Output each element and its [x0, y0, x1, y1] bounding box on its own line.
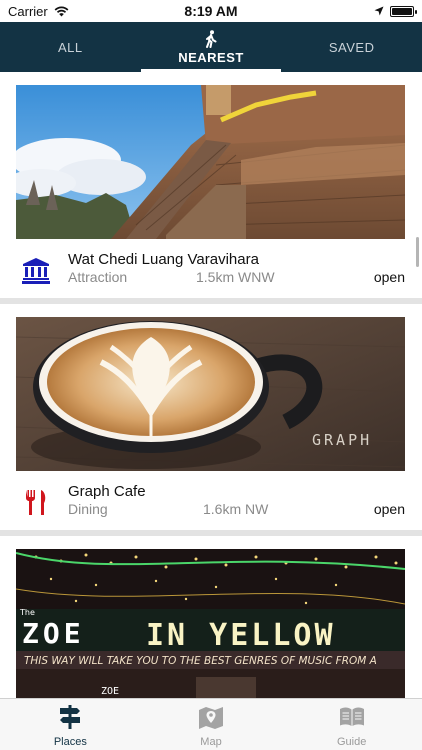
bar-small-sign: ZOE [101, 686, 119, 697]
temple-photo [16, 85, 405, 239]
cafe-sign-text: GRAPH [312, 431, 372, 449]
bar-sign-the: The [19, 608, 35, 617]
latte-photo: GRAPH [16, 317, 405, 471]
tab-saved-label: SAVED [328, 39, 375, 55]
status-left: Carrier [8, 4, 69, 19]
tab-nearest[interactable]: NEAREST [140, 22, 282, 72]
tab-places-label: Places [53, 736, 87, 748]
signpost-icon [60, 705, 81, 729]
place-info: Wat Chedi Luang Varavihara Attraction 1.… [0, 239, 422, 298]
tab-nearest-label: NEAREST [178, 49, 244, 65]
top-tab-bar: ALL NEAREST SAVED [0, 22, 422, 72]
wifi-icon [54, 6, 69, 16]
place-category: Dining [68, 501, 108, 517]
walking-person-icon [206, 29, 217, 48]
carrier-label: Carrier [8, 3, 48, 19]
bar-sign-zoe: ZOE [22, 617, 85, 650]
fork-knife-icon [26, 490, 46, 515]
bar-banner-text: THIS WAY WILL TAKE YOU TO THE BEST GENRE… [24, 655, 377, 667]
map-pin-icon [199, 707, 223, 729]
place-card[interactable]: Wat Chedi Luang Varavihara Attraction 1.… [0, 72, 422, 304]
tab-map-label: Map [200, 736, 222, 748]
places-list[interactable]: Wat Chedi Luang Varavihara Attraction 1.… [0, 72, 422, 698]
battery-icon [390, 5, 417, 17]
book-icon [339, 707, 364, 726]
place-image-temple[interactable] [16, 85, 405, 239]
bottom-tab-bar: Places Map Guide [0, 698, 422, 750]
tab-places[interactable]: Places [0, 699, 141, 750]
place-status: open [373, 501, 405, 517]
place-info: Graph Cafe Dining 1.6km NW open [0, 471, 422, 530]
place-status: open [373, 269, 405, 285]
tab-all-label: ALL [58, 39, 83, 55]
tab-saved[interactable]: SAVED [281, 22, 422, 72]
nightlife-photo: The ZOE IN YELLOW THIS WAY WILL TAKE YOU… [16, 549, 405, 698]
place-title: Graph Cafe [68, 483, 146, 500]
status-right [374, 5, 417, 17]
place-card[interactable]: The ZOE IN YELLOW THIS WAY WILL TAKE YOU… [0, 536, 422, 698]
place-image-cafe[interactable]: GRAPH [16, 317, 405, 471]
tab-guide[interactable]: Guide [281, 699, 422, 750]
tab-map[interactable]: Map [141, 699, 282, 750]
tab-guide-label: Guide [337, 736, 367, 748]
battery-fill [392, 7, 412, 15]
scroll-indicator[interactable] [416, 237, 419, 267]
tab-all[interactable]: ALL [0, 22, 141, 72]
status-bar: Carrier 8:19 AM [0, 0, 422, 22]
place-title: Wat Chedi Luang Varavihara [68, 251, 259, 268]
location-arrow-icon [374, 6, 384, 16]
place-category: Attraction [68, 269, 128, 285]
place-distance: 1.5km WNW [196, 269, 275, 285]
place-card[interactable]: GRAPH Graph Cafe Dining 1.6km NW open [0, 304, 422, 536]
bar-sign-in-yellow: IN YELLOW [146, 618, 336, 653]
museum-icon [22, 258, 50, 284]
place-image-bar[interactable]: The ZOE IN YELLOW THIS WAY WILL TAKE YOU… [16, 549, 405, 698]
place-distance: 1.6km NW [203, 501, 269, 517]
